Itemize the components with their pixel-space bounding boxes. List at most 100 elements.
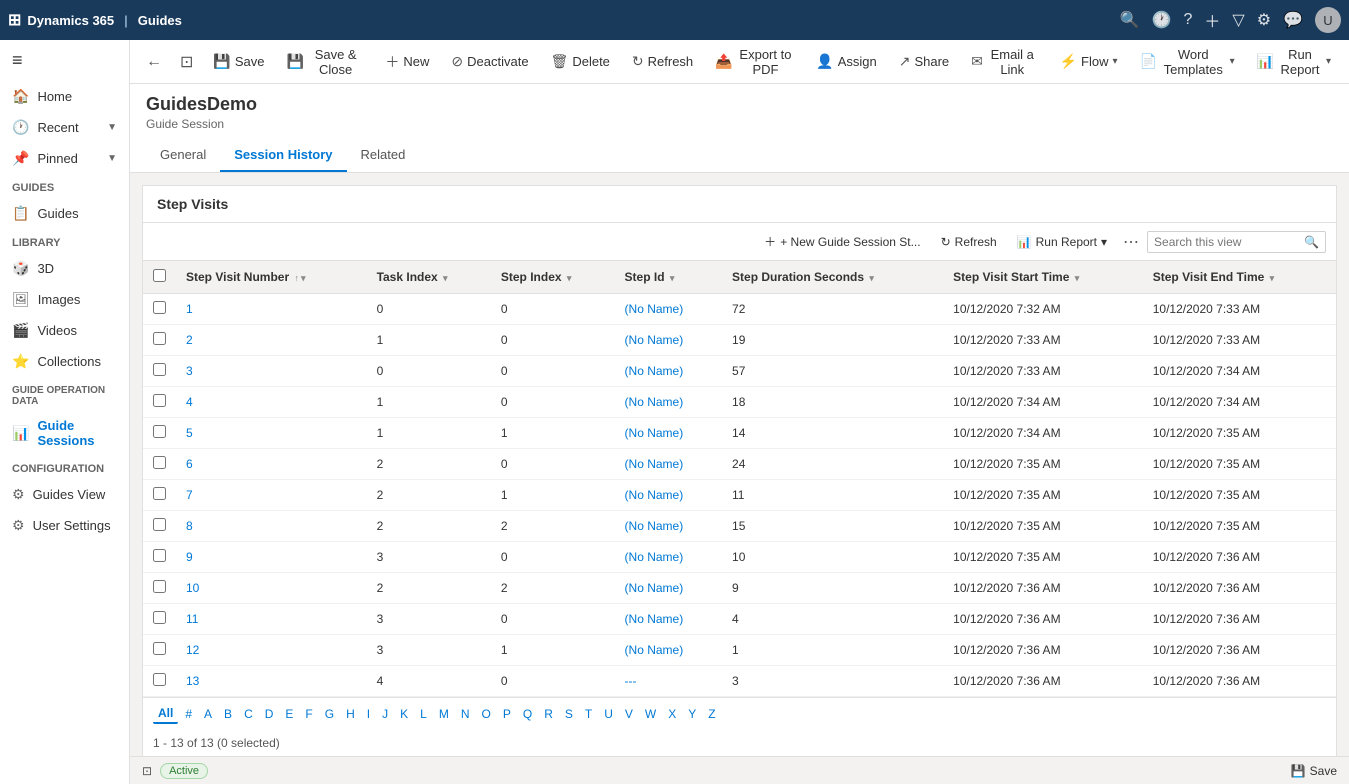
step-id-cell[interactable]: ---	[625, 674, 637, 688]
page-letter[interactable]: P	[498, 705, 516, 723]
page-letter[interactable]: J	[377, 705, 393, 723]
step-id-cell[interactable]: (No Name)	[625, 333, 684, 347]
step-visit-number-cell[interactable]: 8	[186, 519, 193, 533]
step-visit-number-cell[interactable]: 6	[186, 457, 193, 471]
new-button[interactable]: ＋ New	[375, 46, 439, 78]
sidebar-item-images[interactable]: 🖼 Images	[0, 284, 129, 315]
col-duration[interactable]: Step Duration Seconds ▾	[722, 261, 943, 294]
question-icon[interactable]: ?	[1184, 11, 1193, 29]
col-end-time[interactable]: Step Visit End Time ▾	[1143, 261, 1336, 294]
sidebar-item-home[interactable]: 🏠 Home	[0, 81, 129, 112]
flow-button[interactable]: ⚡ Flow ▾	[1050, 47, 1128, 76]
step-visit-number-cell[interactable]: 2	[186, 333, 193, 347]
word-templates-button[interactable]: 📄 Word Templates ▾	[1130, 41, 1245, 83]
row-checkbox[interactable]	[153, 580, 166, 593]
row-checkbox[interactable]	[153, 673, 166, 686]
page-letter[interactable]: G	[320, 705, 339, 723]
status-expand-icon[interactable]: ⊡	[142, 764, 152, 778]
step-id-cell[interactable]: (No Name)	[625, 395, 684, 409]
page-letter[interactable]: C	[239, 705, 258, 723]
new-guide-session-btn[interactable]: ＋ + New Guide Session St...	[756, 229, 928, 254]
expand-button[interactable]: ⊡	[172, 46, 201, 78]
col-step-id[interactable]: Step Id ▾	[615, 261, 722, 294]
page-letter[interactable]: F	[300, 705, 317, 723]
tab-related[interactable]: Related	[347, 139, 420, 172]
step-visit-number-cell[interactable]: 12	[186, 643, 199, 657]
step-visit-number-cell[interactable]: 11	[186, 612, 198, 626]
page-letter[interactable]: M	[434, 705, 454, 723]
row-checkbox[interactable]	[153, 425, 166, 438]
step-id-cell[interactable]: (No Name)	[625, 550, 684, 564]
page-letter[interactable]: S	[560, 705, 578, 723]
row-checkbox[interactable]	[153, 332, 166, 345]
hamburger-btn[interactable]: ≡	[0, 40, 129, 81]
select-all-checkbox[interactable]	[153, 269, 166, 282]
tab-general[interactable]: General	[146, 139, 220, 172]
sidebar-item-guide-sessions[interactable]: 📊 Guide Sessions	[0, 411, 129, 455]
step-visit-number-cell[interactable]: 10	[186, 581, 199, 595]
filter-icon[interactable]: ▽	[1232, 10, 1244, 30]
step-id-cell[interactable]: (No Name)	[625, 426, 684, 440]
app-grid-icon[interactable]: ⊞	[8, 10, 21, 30]
page-letter[interactable]: W	[640, 705, 661, 723]
page-letter[interactable]: E	[280, 705, 298, 723]
panel-run-report-btn[interactable]: 📊 Run Report ▾	[1009, 231, 1115, 253]
search-icon[interactable]: 🔍	[1304, 235, 1319, 249]
row-checkbox[interactable]	[153, 301, 166, 314]
step-id-cell[interactable]: (No Name)	[625, 457, 684, 471]
col-start-time[interactable]: Step Visit Start Time ▾	[943, 261, 1143, 294]
page-letter[interactable]: Q	[518, 705, 537, 723]
col-step-visit-number[interactable]: Step Visit Number ↑▾	[176, 261, 367, 294]
page-letter[interactable]: L	[415, 705, 432, 723]
sidebar-item-guides-view[interactable]: ⚙ Guides View	[0, 479, 129, 510]
page-letter[interactable]: H	[341, 705, 360, 723]
page-letter[interactable]: R	[539, 705, 558, 723]
step-visit-number-cell[interactable]: 4	[186, 395, 193, 409]
row-checkbox[interactable]	[153, 456, 166, 469]
sidebar-item-guides[interactable]: 📋 Guides	[0, 198, 129, 229]
search-input[interactable]	[1154, 235, 1304, 249]
avatar[interactable]: U	[1315, 7, 1341, 33]
sidebar-item-user-settings[interactable]: ⚙ User Settings	[0, 510, 129, 541]
panel-more-btn[interactable]: ⋯	[1119, 230, 1143, 254]
email-link-button[interactable]: ✉ Email a Link	[961, 41, 1047, 83]
step-visit-number-cell[interactable]: 13	[186, 674, 199, 688]
row-checkbox[interactable]	[153, 642, 166, 655]
page-letter[interactable]: A	[199, 705, 217, 723]
step-id-cell[interactable]: (No Name)	[625, 643, 684, 657]
step-id-cell[interactable]: (No Name)	[625, 488, 684, 502]
sidebar-item-3d[interactable]: 🎲 3D	[0, 253, 129, 284]
page-letter[interactable]: U	[599, 705, 618, 723]
page-letter[interactable]: I	[362, 705, 375, 723]
row-checkbox[interactable]	[153, 394, 166, 407]
col-task-index[interactable]: Task Index ▾	[367, 261, 491, 294]
row-checkbox[interactable]	[153, 363, 166, 376]
sidebar-item-pinned[interactable]: 📌 Pinned ▼	[0, 143, 129, 174]
step-visit-number-cell[interactable]: 7	[186, 488, 193, 502]
run-report-button[interactable]: 📊 Run Report ▾	[1247, 41, 1341, 83]
plus-icon[interactable]: ＋	[1204, 8, 1220, 32]
panel-refresh-btn[interactable]: ↻ Refresh	[933, 231, 1005, 253]
settings-icon[interactable]: ⚙	[1257, 10, 1271, 30]
back-button[interactable]: ←	[138, 47, 170, 77]
page-letter[interactable]: #	[180, 705, 197, 723]
page-letter[interactable]: K	[395, 705, 413, 723]
page-letter[interactable]: Z	[703, 705, 720, 723]
assign-button[interactable]: 👤 Assign	[806, 47, 886, 76]
page-letter[interactable]: V	[620, 705, 638, 723]
step-id-cell[interactable]: (No Name)	[625, 302, 684, 316]
row-checkbox[interactable]	[153, 611, 166, 624]
row-checkbox[interactable]	[153, 487, 166, 500]
step-id-cell[interactable]: (No Name)	[625, 581, 684, 595]
page-letter[interactable]: T	[580, 705, 597, 723]
sidebar-item-recent[interactable]: 🕐 Recent ▼	[0, 112, 129, 143]
sidebar-item-videos[interactable]: 🎬 Videos	[0, 315, 129, 346]
page-letter[interactable]: X	[663, 705, 681, 723]
step-id-cell[interactable]: (No Name)	[625, 519, 684, 533]
status-save-button[interactable]: 💾 Save	[1291, 764, 1337, 778]
recent-icon[interactable]: 🕐	[1152, 10, 1172, 30]
delete-button[interactable]: 🗑 Delete	[541, 47, 620, 76]
page-letter[interactable]: B	[219, 705, 237, 723]
refresh-button[interactable]: ↻ Refresh	[622, 47, 703, 76]
search-icon[interactable]: 🔍	[1120, 10, 1140, 30]
